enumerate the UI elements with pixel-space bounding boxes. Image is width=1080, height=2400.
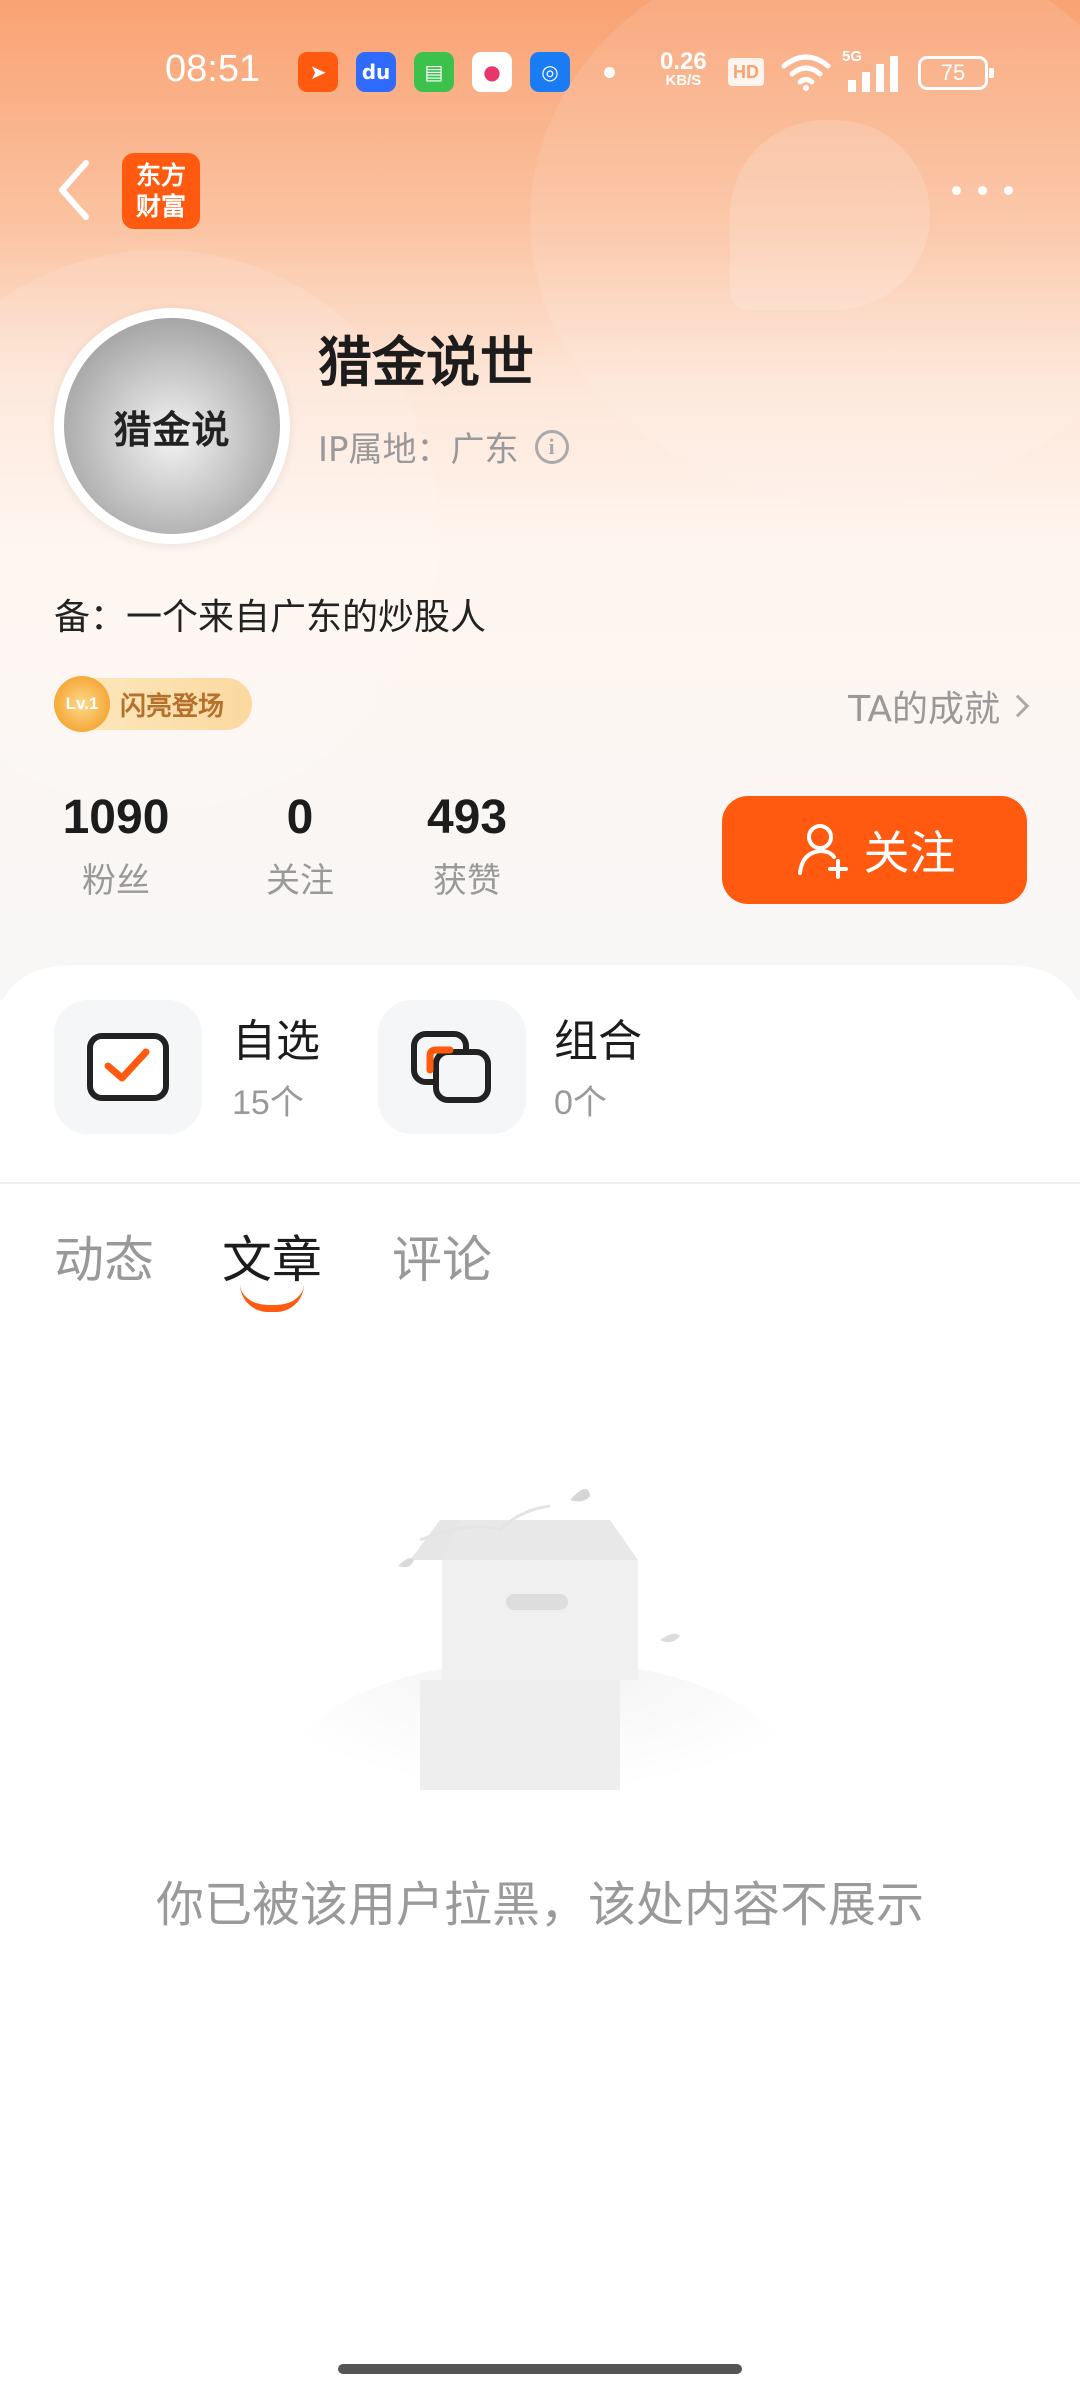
empty-state-message: 你已被该用户拉黑，该处内容不展示 — [155, 1877, 924, 1933]
wifi-icon — [781, 54, 831, 91]
avatar-text: 猎金说 — [113, 406, 231, 452]
level-badge[interactable]: Lv.1 闪亮登场 — [54, 676, 252, 732]
stat-value: 493 — [426, 791, 508, 844]
decor-smile-bubble — [730, 120, 930, 310]
watchlist-shortcut[interactable] — [54, 1000, 202, 1134]
browser-app-icon: ◎ — [530, 52, 570, 92]
notification-app-icon: ➤ — [298, 52, 338, 92]
stat-label: 获赞 — [433, 861, 501, 901]
divider — [0, 1182, 1080, 1184]
brand-logo-line2: 财富 — [135, 192, 186, 221]
user-bio: 备：一个来自广东的炒股人 — [54, 597, 487, 638]
portfolio-shortcut[interactable] — [378, 1000, 526, 1134]
ip-location-row: IP属地：广东 i — [318, 422, 569, 471]
watchlist-count: 15个 — [232, 1084, 304, 1122]
network-speed: 0.26 KB/S — [660, 48, 707, 90]
stat-followers[interactable]: 1090 粉丝 — [54, 790, 178, 902]
achievements-link[interactable]: TA的成就 — [848, 680, 1030, 732]
follow-button[interactable]: 关注 — [722, 796, 1027, 904]
home-indicator[interactable] — [338, 2364, 742, 2374]
portfolio-count: 0个 — [554, 1084, 607, 1122]
user-plus-icon — [797, 824, 848, 879]
user-name: 猎金说世 — [318, 331, 534, 394]
avatar-image: 猎金说 — [64, 318, 280, 534]
brand-logo: 东方 财富 — [122, 153, 200, 229]
ip-location: IP属地：广东 — [318, 430, 519, 470]
achievements-label: TA的成就 — [848, 689, 1000, 730]
empty-box-icon — [290, 1488, 790, 1790]
stat-likes[interactable]: 493 获赞 — [410, 790, 524, 902]
status-bar: 08:51 ➤ du ▤ ● ◎ 0.26 KB/S HD 5G 75 — [0, 40, 1080, 104]
tab-comments[interactable]: 评论 — [392, 1220, 492, 1292]
level-title: 闪亮登场 — [120, 691, 225, 722]
portfolio-icon — [411, 1031, 491, 1103]
tab-articles[interactable]: 文章 — [222, 1220, 322, 1292]
brand-logo-line1: 东方 — [135, 161, 186, 190]
back-icon[interactable] — [50, 155, 100, 225]
more-notifications-dot — [604, 67, 615, 78]
net-speed-value: 0.26 — [660, 48, 707, 75]
signal-bars-icon — [848, 56, 898, 92]
status-time: 08:51 — [165, 48, 261, 90]
battery-indicator: 75 — [918, 56, 994, 90]
chevron-right-icon — [1006, 694, 1030, 718]
net-speed-unit: KB/S — [665, 72, 702, 89]
level-medal-icon: Lv.1 — [54, 676, 110, 732]
stat-label: 关注 — [266, 861, 334, 901]
baidu-app-icon: du — [356, 52, 396, 92]
checkbox-icon — [87, 1033, 169, 1101]
follow-button-label: 关注 — [863, 826, 956, 880]
tab-dynamics[interactable]: 动态 — [54, 1220, 154, 1292]
social-app-icon: ● — [472, 52, 512, 92]
info-icon[interactable]: i — [534, 429, 569, 464]
stat-label: 粉丝 — [82, 861, 150, 901]
watchlist-title[interactable]: 自选 — [232, 1005, 320, 1069]
more-options-icon[interactable] — [950, 170, 1022, 210]
hd-badge: HD — [728, 58, 764, 86]
stat-value: 0 — [286, 791, 314, 844]
stat-following[interactable]: 0 关注 — [240, 790, 360, 902]
avatar[interactable]: 猎金说 — [54, 308, 290, 544]
messages-app-icon: ▤ — [414, 52, 454, 92]
stat-value: 1090 — [62, 791, 170, 844]
portfolio-title[interactable]: 组合 — [554, 1005, 642, 1069]
